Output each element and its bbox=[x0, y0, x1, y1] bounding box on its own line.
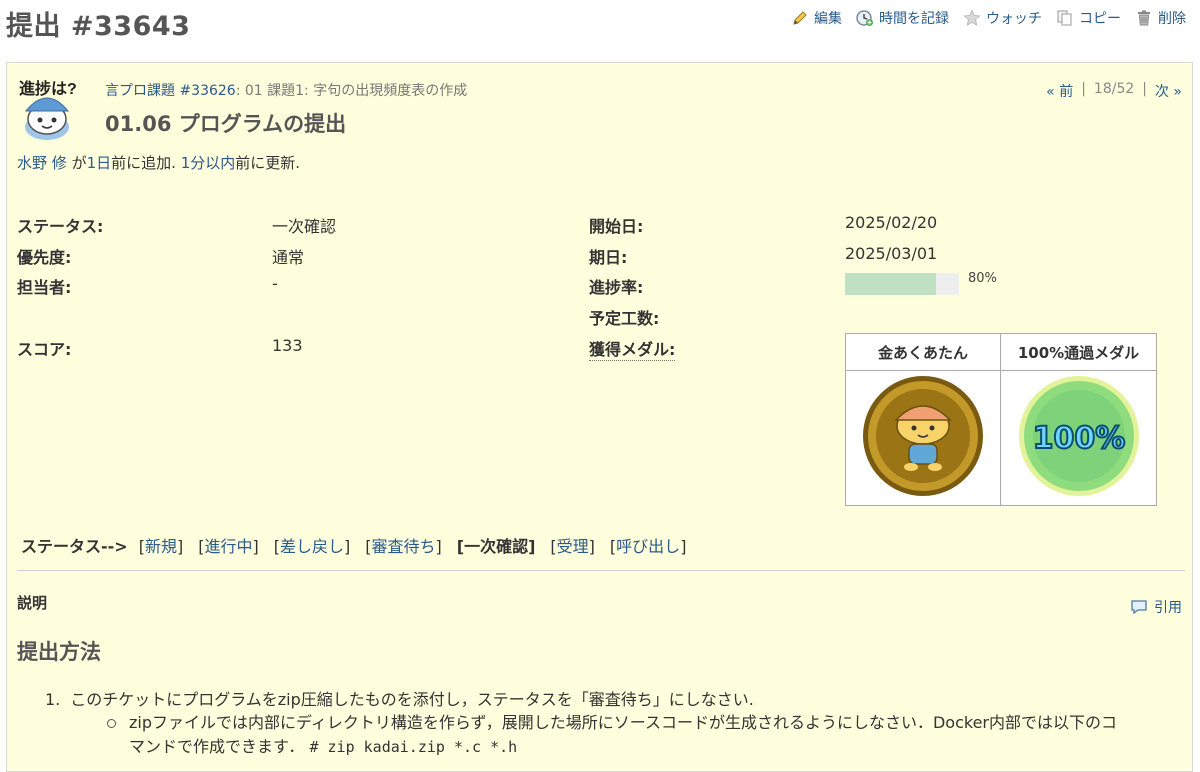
parent-issue-link[interactable]: 言プロ課題 #33626 bbox=[105, 83, 236, 99]
status-option-3[interactable]: [差し戻し] bbox=[274, 533, 351, 557]
progress-fill bbox=[845, 273, 937, 295]
status-bar-label: ステータス--> bbox=[21, 537, 128, 556]
watch-button[interactable]: ウォッチ bbox=[963, 8, 1042, 28]
list-item: 1. このチケットにプログラムをzip圧縮したものを添付し，ステータスを「審査待ち… bbox=[45, 686, 754, 710]
description-heading: 提出方法 bbox=[17, 640, 101, 664]
gold-medal-icon bbox=[863, 376, 983, 496]
added-ago-link[interactable]: 1日 bbox=[87, 154, 112, 172]
status-option-1[interactable]: [新規] bbox=[139, 533, 184, 557]
star-icon bbox=[963, 9, 981, 26]
copy-icon bbox=[1057, 10, 1072, 26]
issue-box: 進捗は? 言プロ課題 #33626: 01 課題1: 字句の出現頻度表の作成 0… bbox=[6, 62, 1193, 772]
progress-label: 進捗率: bbox=[589, 278, 644, 297]
page-title: 提出 #33643 bbox=[6, 11, 191, 42]
quote-label: 引用 bbox=[1154, 600, 1182, 616]
status-option-6[interactable]: [受理] bbox=[550, 533, 595, 557]
score-label: スコア: bbox=[17, 340, 72, 359]
issue-pager: « 前 | 18/52 | 次 » bbox=[1046, 81, 1182, 101]
estimated-hours-label: 予定工数: bbox=[589, 309, 660, 328]
priority-label: 優先度: bbox=[17, 248, 72, 267]
issue-subject: 01.06 プログラムの提出 bbox=[105, 112, 347, 136]
delete-button[interactable]: 削除 bbox=[1135, 8, 1186, 28]
status-option-5: [一次確認] bbox=[456, 537, 536, 556]
list-number: 1. bbox=[45, 690, 61, 709]
next-link[interactable]: 次 » bbox=[1155, 81, 1182, 101]
delete-label: 削除 bbox=[1158, 11, 1186, 27]
zip-command-code: # zip kadai.zip *.c *.h bbox=[309, 738, 518, 756]
trash-icon bbox=[1138, 10, 1150, 26]
author-link[interactable]: 水野 修 bbox=[17, 154, 67, 172]
medals-label: 獲得メダル: bbox=[589, 336, 676, 361]
quote-button[interactable]: 引用 bbox=[1130, 597, 1182, 617]
pencil-icon bbox=[793, 11, 807, 25]
avatar-text: 進捗は? bbox=[19, 81, 77, 98]
edit-button[interactable]: 編集 bbox=[791, 8, 842, 28]
score-value: 133 bbox=[272, 336, 303, 355]
gold-medal-cell bbox=[845, 370, 1001, 506]
due-date-value: 2025/03/01 bbox=[845, 244, 938, 263]
parent-issue: 言プロ課題 #33626: 01 課題1: 字句の出現頻度表の作成 bbox=[105, 80, 467, 100]
copy-label: コピー bbox=[1079, 11, 1121, 27]
copy-button[interactable]: コピー bbox=[1056, 8, 1121, 28]
status-label: ステータス: bbox=[17, 217, 104, 236]
prev-link[interactable]: « 前 bbox=[1046, 81, 1073, 101]
clock-add-icon bbox=[856, 10, 873, 26]
medal-header-gold: 金あくあたん bbox=[845, 333, 1001, 371]
watch-label: ウォッチ bbox=[986, 11, 1042, 27]
status-items: [新規] [進行中] [差し戻し] [審査待ち] [一次確認] [受理] [呼び出し] bbox=[139, 533, 687, 557]
speech-bubble-icon bbox=[1131, 600, 1147, 615]
assignee-value: - bbox=[272, 274, 278, 293]
sub-item-line2: マンドで作成できます． bbox=[129, 737, 305, 756]
author-line: 水野 修 が1日前に追加. 1分以内前に更新. bbox=[17, 152, 300, 173]
pass-medal-text: 100% bbox=[1032, 421, 1125, 456]
medal-header-pass: 100%通過メダル bbox=[1000, 333, 1157, 371]
status-option-link[interactable]: 進行中 bbox=[204, 537, 252, 556]
pager-separator: | bbox=[1142, 81, 1147, 97]
status-option-2[interactable]: [進行中] bbox=[198, 533, 259, 557]
pass-medal-icon: 100% bbox=[1018, 376, 1139, 496]
medal-table: 金あくあたん 100%通過メダル 100% bbox=[845, 333, 1157, 506]
status-option-link[interactable]: 差し戻し bbox=[280, 537, 344, 556]
bullet-icon bbox=[107, 719, 116, 728]
contextual-actions: 編集 時間を記録 ウォッチ コピー 削除 bbox=[791, 8, 1186, 28]
progress-bar bbox=[845, 273, 959, 295]
start-date-label: 開始日: bbox=[589, 217, 644, 236]
priority-value: 通常 bbox=[272, 248, 305, 267]
sub-item-line1: zipファイルでは内部にディレクトリ構造を作らず，展開した場所にソースコードが生… bbox=[129, 713, 1117, 732]
status-option-link[interactable]: 審査待ち bbox=[372, 537, 436, 556]
divider bbox=[17, 570, 1185, 571]
progress-text: 80% bbox=[968, 271, 997, 286]
updated-ago-link[interactable]: 1分以内 bbox=[181, 154, 236, 172]
added-suffix: 前に追加. bbox=[111, 154, 176, 172]
status-option-link[interactable]: 呼び出し bbox=[616, 537, 680, 556]
parent-issue-subject: : 01 課題1: 字句の出現頻度表の作成 bbox=[235, 83, 468, 99]
pager-position: 18/52 bbox=[1093, 81, 1135, 97]
status-transition-bar: ステータス--> [新規] [進行中] [差し戻し] [審査待ち] [一次確認] [受理]… bbox=[21, 533, 686, 557]
pager-separator: | bbox=[1081, 81, 1086, 97]
status-option-link[interactable]: 新規 bbox=[145, 537, 177, 556]
status-option-link[interactable]: 受理 bbox=[557, 537, 589, 556]
edit-label: 編集 bbox=[814, 11, 842, 27]
list-item-text: このチケットにプログラムをzip圧縮したものを添付し，ステータスを「審査待ち」に… bbox=[70, 690, 754, 709]
status-option-4[interactable]: [審査待ち] bbox=[365, 533, 442, 557]
assignee-label: 担当者: bbox=[17, 278, 72, 297]
description-label: 説明 bbox=[17, 594, 48, 612]
log-time-button[interactable]: 時間を記録 bbox=[856, 8, 949, 28]
pass-medal-cell: 100% bbox=[1000, 370, 1157, 506]
author-ga: が bbox=[71, 154, 87, 172]
due-date-label: 期日: bbox=[589, 248, 628, 267]
log-time-label: 時間を記録 bbox=[879, 11, 949, 27]
updated-suffix: 前に更新. bbox=[235, 154, 301, 172]
start-date-value: 2025/02/20 bbox=[845, 213, 938, 232]
status-value: 一次確認 bbox=[272, 217, 337, 236]
status-option-7[interactable]: [呼び出し] bbox=[610, 533, 687, 557]
